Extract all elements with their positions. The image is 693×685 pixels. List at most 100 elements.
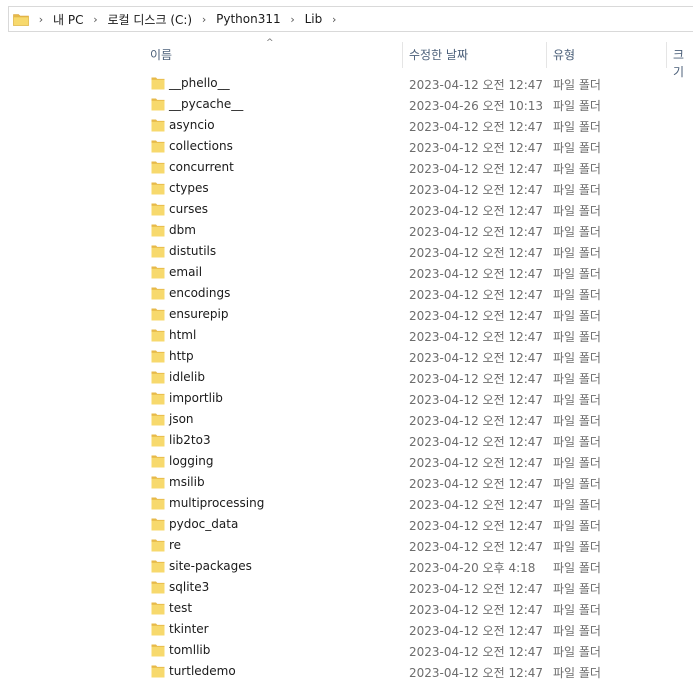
column-date-header[interactable]: 수정한 날짜 — [409, 46, 468, 63]
file-name: concurrent — [169, 160, 234, 174]
folder-icon — [151, 665, 165, 678]
file-type: 파일 폴더 — [553, 162, 601, 176]
folder-icon — [151, 224, 165, 237]
file-type: 파일 폴더 — [553, 204, 601, 218]
file-name: multiprocessing — [169, 496, 265, 510]
chevron-right-icon[interactable]: › — [87, 13, 103, 26]
file-type: 파일 폴더 — [553, 477, 601, 491]
file-row[interactable]: http 2023-04-12 오전 12:47 파일 폴더 — [0, 346, 693, 367]
file-type: 파일 폴더 — [553, 183, 601, 197]
file-type: 파일 폴더 — [553, 624, 601, 638]
file-name: json — [169, 412, 194, 426]
file-date: 2023-04-12 오전 12:47 — [409, 498, 544, 512]
file-row[interactable]: re 2023-04-12 오전 12:47 파일 폴더 — [0, 535, 693, 556]
file-date: 2023-04-12 오전 12:47 — [409, 666, 544, 680]
file-date: 2023-04-12 오전 12:47 — [409, 78, 544, 92]
chevron-right-icon[interactable]: › — [285, 13, 301, 26]
file-row[interactable]: curses 2023-04-12 오전 12:47 파일 폴더 — [0, 199, 693, 220]
file-row[interactable]: email 2023-04-12 오전 12:47 파일 폴더 — [0, 262, 693, 283]
file-row[interactable]: lib2to3 2023-04-12 오전 12:47 파일 폴더 — [0, 430, 693, 451]
file-row[interactable]: importlib 2023-04-12 오전 12:47 파일 폴더 — [0, 388, 693, 409]
file-list: __phello__ 2023-04-12 오전 12:47 파일 폴더 __pyca… — [0, 73, 693, 682]
file-row[interactable]: __pycache__ 2023-04-26 오전 10:13 파일 폴더 — [0, 94, 693, 115]
file-type: 파일 폴더 — [553, 666, 601, 680]
file-row[interactable]: msilib 2023-04-12 오전 12:47 파일 폴더 — [0, 472, 693, 493]
file-row[interactable]: concurrent 2023-04-12 오전 12:47 파일 폴더 — [0, 157, 693, 178]
file-name: html — [169, 328, 197, 342]
column-divider[interactable] — [546, 42, 547, 68]
folder-icon — [151, 413, 165, 426]
file-name: site-packages — [169, 559, 252, 573]
file-row[interactable]: asyncio 2023-04-12 오전 12:47 파일 폴더 — [0, 115, 693, 136]
breadcrumb-this-pc[interactable]: 내 PC — [49, 11, 87, 28]
folder-icon — [151, 98, 165, 111]
file-row[interactable]: multiprocessing 2023-04-12 오전 12:47 파일 폴더 — [0, 493, 693, 514]
file-row[interactable]: site-packages 2023-04-20 오후 4:18 파일 폴더 — [0, 556, 693, 577]
file-type: 파일 폴더 — [553, 309, 601, 323]
file-row[interactable]: dbm 2023-04-12 오전 12:47 파일 폴더 — [0, 220, 693, 241]
column-divider[interactable] — [666, 42, 667, 68]
file-type: 파일 폴더 — [553, 330, 601, 344]
file-name: ensurepip — [169, 307, 229, 321]
folder-icon — [151, 308, 165, 321]
file-row[interactable]: turtledemo 2023-04-12 오전 12:47 파일 폴더 — [0, 661, 693, 682]
file-date: 2023-04-12 오전 12:47 — [409, 540, 544, 554]
file-name: curses — [169, 202, 209, 216]
file-name: turtledemo — [169, 664, 236, 678]
file-name: tomllib — [169, 643, 211, 657]
file-name: dbm — [169, 223, 196, 237]
column-divider[interactable] — [402, 42, 403, 68]
file-date: 2023-04-12 오전 12:47 — [409, 603, 544, 617]
folder-icon — [151, 434, 165, 447]
file-name: re — [169, 538, 182, 552]
file-row[interactable]: test 2023-04-12 오전 12:47 파일 폴더 — [0, 598, 693, 619]
file-row[interactable]: pydoc_data 2023-04-12 오전 12:47 파일 폴더 — [0, 514, 693, 535]
file-date: 2023-04-12 오전 12:47 — [409, 582, 544, 596]
file-row[interactable]: distutils 2023-04-12 오전 12:47 파일 폴더 — [0, 241, 693, 262]
folder-icon — [151, 497, 165, 510]
breadcrumb-python311[interactable]: Python311 — [212, 12, 285, 26]
folder-icon — [151, 245, 165, 258]
file-type: 파일 폴더 — [553, 225, 601, 239]
chevron-right-icon[interactable]: › — [33, 13, 49, 26]
file-name: lib2to3 — [169, 433, 211, 447]
sort-ascending-icon: ^ — [266, 38, 274, 48]
file-row[interactable]: html 2023-04-12 오전 12:47 파일 폴더 — [0, 325, 693, 346]
file-date: 2023-04-20 오후 4:18 — [409, 561, 536, 575]
chevron-right-icon[interactable]: › — [196, 13, 212, 26]
address-bar[interactable]: › 내 PC › 로컬 디스크 (C:) › Python311 › Lib › — [8, 6, 693, 32]
file-type: 파일 폴더 — [553, 120, 601, 134]
breadcrumb-lib[interactable]: Lib — [301, 12, 327, 26]
file-name: importlib — [169, 391, 223, 405]
file-row[interactable]: json 2023-04-12 오전 12:47 파일 폴더 — [0, 409, 693, 430]
file-name: collections — [169, 139, 233, 153]
file-date: 2023-04-12 오전 12:47 — [409, 225, 544, 239]
file-date: 2023-04-12 오전 12:47 — [409, 246, 544, 260]
file-row[interactable]: __phello__ 2023-04-12 오전 12:47 파일 폴더 — [0, 73, 693, 94]
file-name: sqlite3 — [169, 580, 210, 594]
folder-icon — [151, 77, 165, 90]
file-row[interactable]: ensurepip 2023-04-12 오전 12:47 파일 폴더 — [0, 304, 693, 325]
chevron-right-icon[interactable]: › — [326, 13, 342, 26]
file-row[interactable]: tomllib 2023-04-12 오전 12:47 파일 폴더 — [0, 640, 693, 661]
file-row[interactable]: ctypes 2023-04-12 오전 12:47 파일 폴더 — [0, 178, 693, 199]
file-row[interactable]: encodings 2023-04-12 오전 12:47 파일 폴더 — [0, 283, 693, 304]
file-name: distutils — [169, 244, 217, 258]
file-name: pydoc_data — [169, 517, 239, 531]
column-type-header[interactable]: 유형 — [553, 46, 575, 63]
file-name: test — [169, 601, 193, 615]
file-row[interactable]: idlelib 2023-04-12 오전 12:47 파일 폴더 — [0, 367, 693, 388]
file-row[interactable]: tkinter 2023-04-12 오전 12:47 파일 폴더 — [0, 619, 693, 640]
file-name: __phello__ — [169, 76, 230, 90]
file-row[interactable]: collections 2023-04-12 오전 12:47 파일 폴더 — [0, 136, 693, 157]
file-type: 파일 폴더 — [553, 78, 601, 92]
column-name-header[interactable]: 이름 — [150, 46, 172, 63]
folder-icon — [151, 287, 165, 300]
file-row[interactable]: logging 2023-04-12 오전 12:47 파일 폴더 — [0, 451, 693, 472]
folder-icon — [151, 560, 165, 573]
breadcrumb-local-disk[interactable]: 로컬 디스크 (C:) — [103, 11, 196, 28]
file-type: 파일 폴더 — [553, 288, 601, 302]
file-date: 2023-04-12 오전 12:47 — [409, 330, 544, 344]
file-date: 2023-04-12 오전 12:47 — [409, 414, 544, 428]
file-row[interactable]: sqlite3 2023-04-12 오전 12:47 파일 폴더 — [0, 577, 693, 598]
